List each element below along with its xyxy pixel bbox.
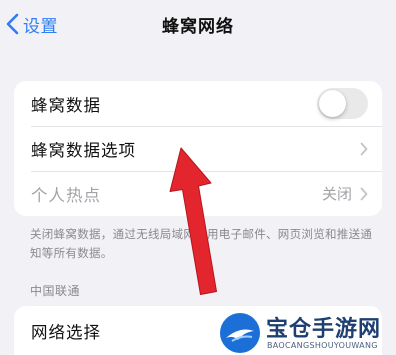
watermark-logo [220, 313, 260, 353]
toggle-knob [319, 90, 346, 117]
chevron-right-icon [360, 187, 368, 200]
personal-hotspot-label: 个人热点 [31, 185, 101, 205]
personal-hotspot-row[interactable]: 个人热点 关闭 [14, 171, 382, 216]
watermark-subtitle: BAOCANGSHOUYOUWANG [267, 341, 378, 350]
cellular-data-label: 蜂窝数据 [31, 95, 101, 115]
watermark: 宝仓手游网 BAOCANGSHOUYOUWANG [214, 308, 396, 355]
carrier-section-header: 中国联通 [30, 284, 81, 298]
navigation-bar: 设置 蜂窝网络 [0, 0, 396, 48]
cellular-data-options-row[interactable]: 蜂窝数据选项 [14, 126, 382, 171]
cellular-data-toggle[interactable] [317, 88, 368, 119]
cellular-footnote: 关闭蜂窝数据，通过无线局域网使用电子邮件、网页浏览和推送通知等所有数据。 [30, 227, 373, 260]
personal-hotspot-value: 关闭 [321, 185, 352, 203]
cellular-settings-group: 蜂窝数据 蜂窝数据选项 个人热点 关闭 [14, 81, 382, 216]
cellular-data-options-label: 蜂窝数据选项 [31, 140, 136, 160]
watermark-title: 宝仓手游网 [266, 317, 382, 342]
page-title: 蜂窝网络 [162, 17, 234, 37]
cellular-data-row: 蜂窝数据 [14, 81, 382, 126]
chevron-right-icon [360, 142, 368, 155]
